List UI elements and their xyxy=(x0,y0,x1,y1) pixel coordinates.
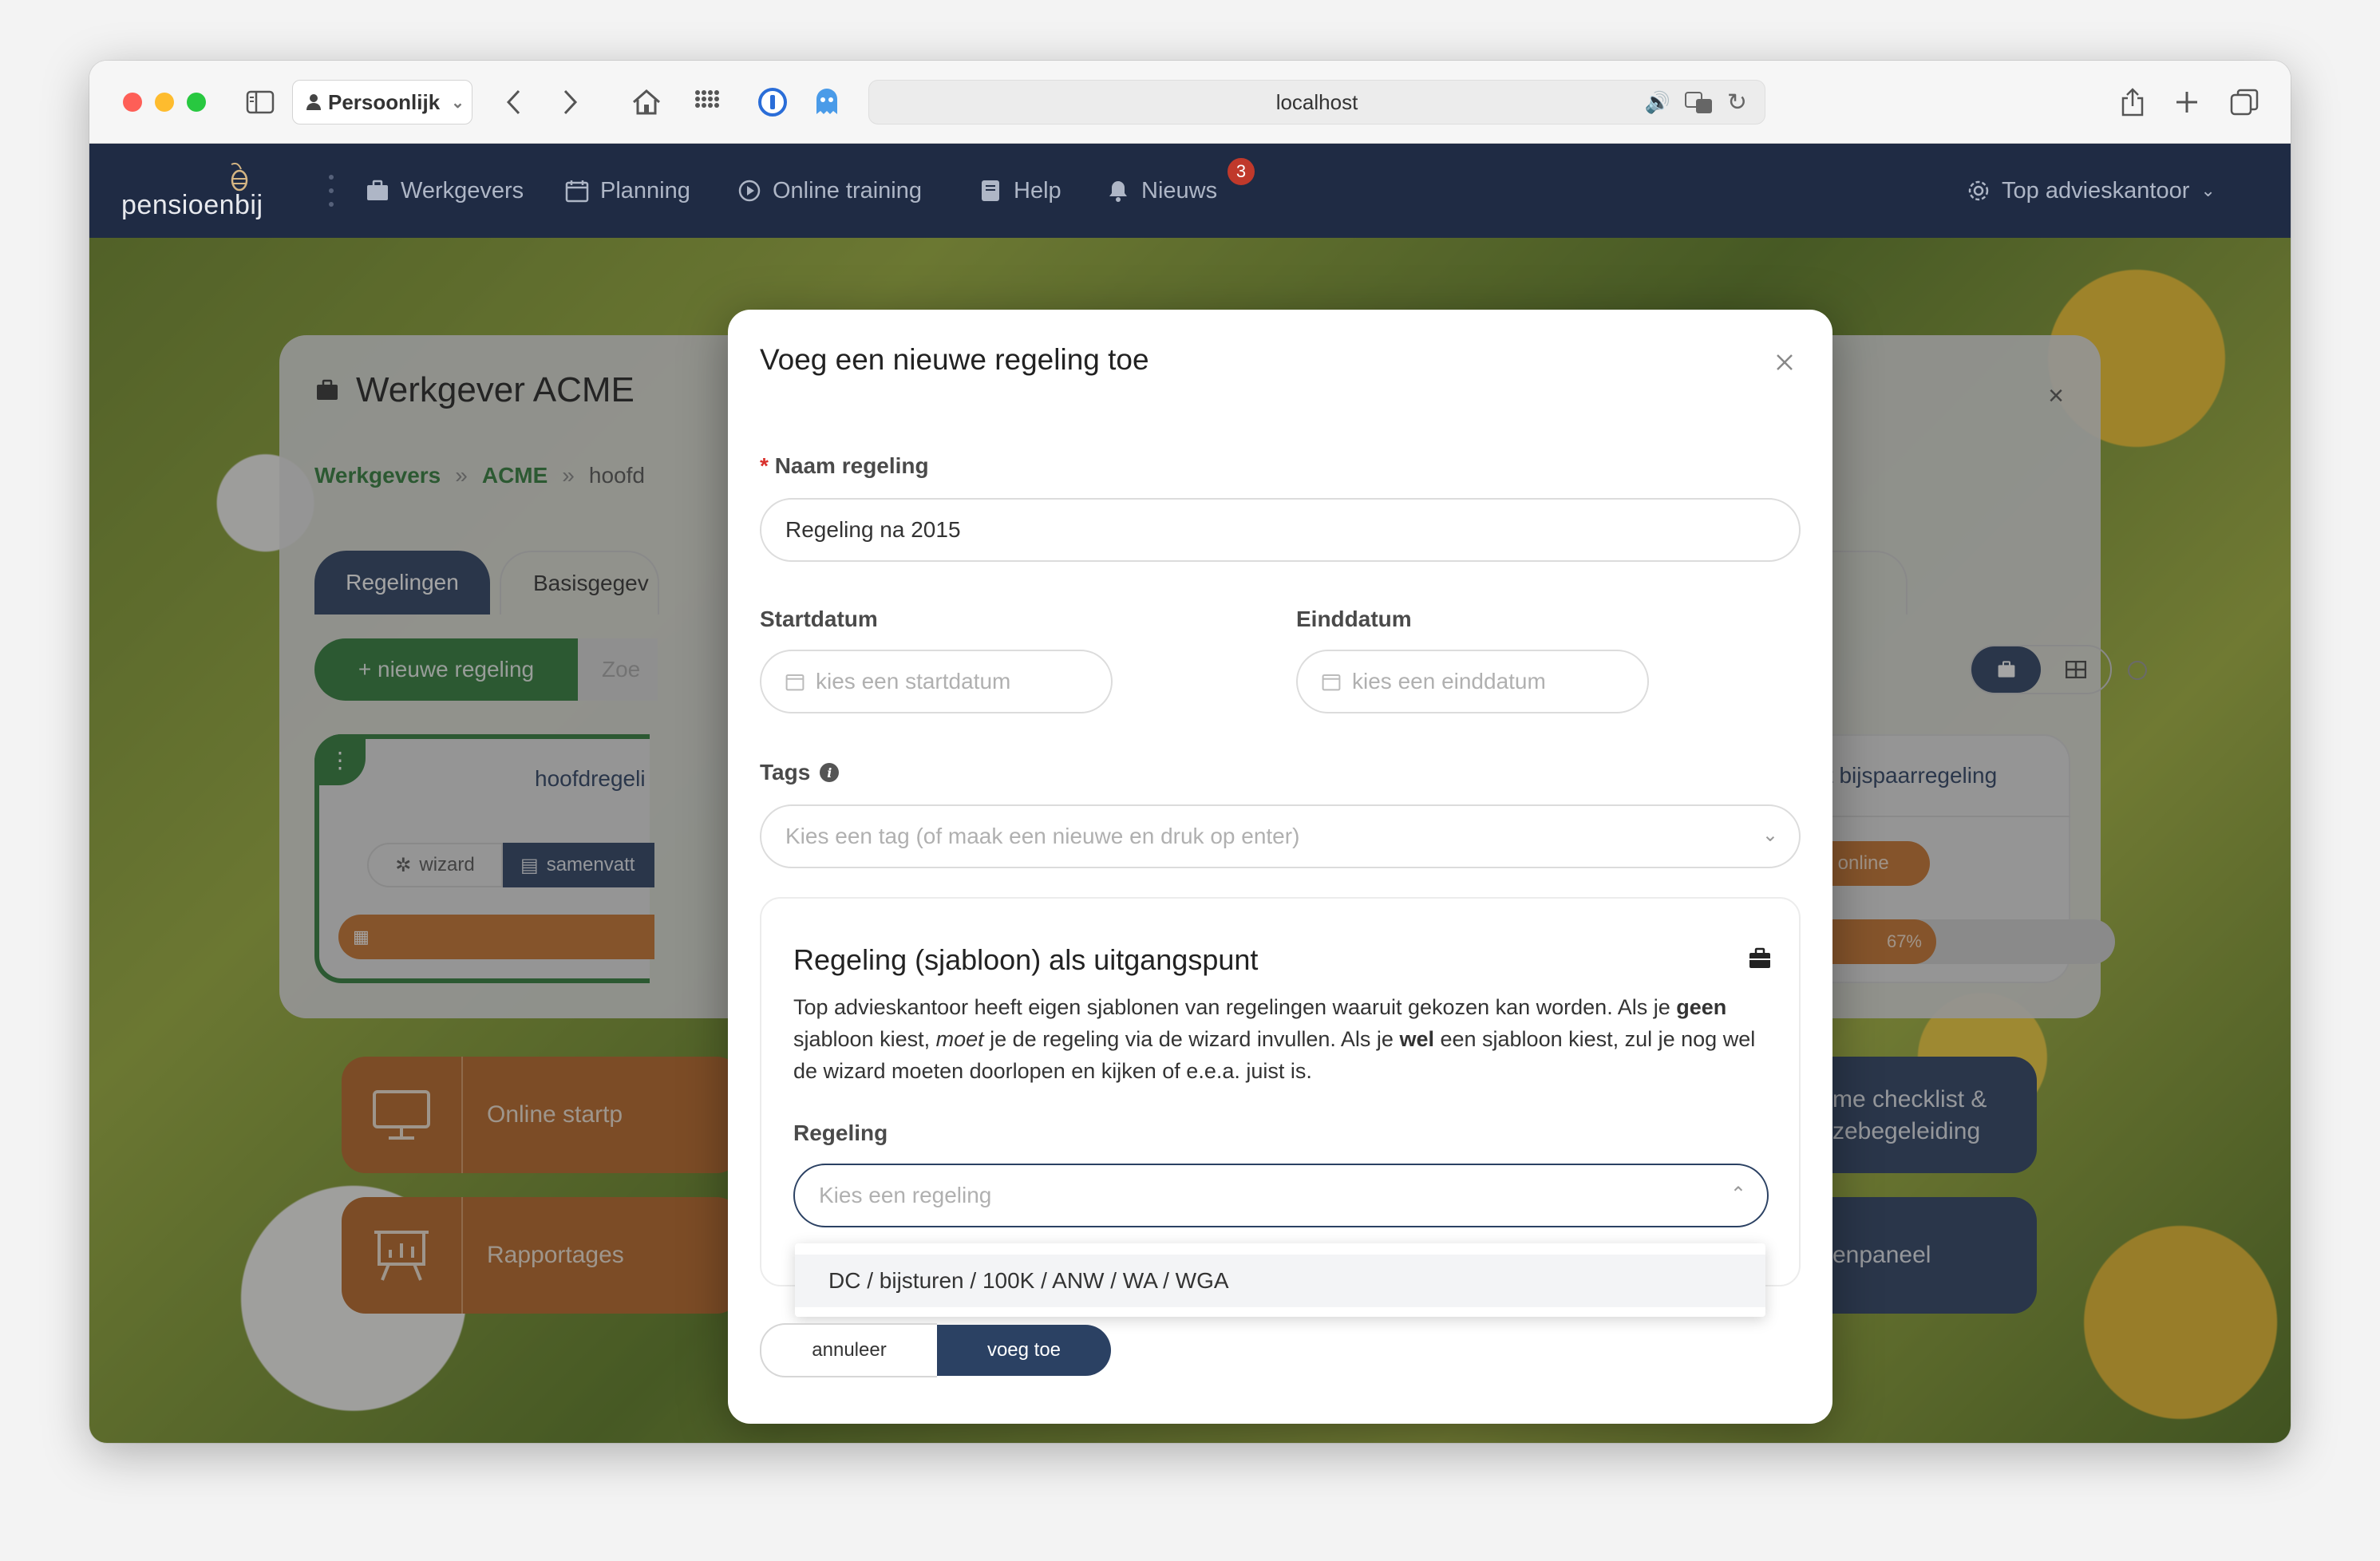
new-regeling-modal: Voeg een nieuwe regeling toe * Naam rege… xyxy=(728,310,1832,1424)
regeling-dropdown: DC / bijsturen / 100K / ANW / WA / WGA xyxy=(795,1243,1765,1317)
new-tab-icon[interactable] xyxy=(2168,83,2206,121)
bee-logo-icon xyxy=(231,162,248,192)
calendar-icon xyxy=(565,180,589,203)
ghost-extension-icon[interactable] xyxy=(808,83,846,121)
calendar-icon xyxy=(1322,674,1341,691)
nav-more-icon[interactable] xyxy=(329,172,334,209)
minimize-window-button[interactable] xyxy=(155,93,174,112)
tags-placeholder: Kies een tag (of maak een nieuwe en druk… xyxy=(785,824,1300,848)
cancel-button[interactable]: annuleer xyxy=(760,1323,937,1377)
app-navbar: pensioenbij Werkgevers Planning Online t… xyxy=(89,144,2291,238)
start-date-input[interactable]: kies een startdatum xyxy=(760,650,1113,713)
book-icon xyxy=(982,180,999,201)
template-description: Top advieskantoor heeft eigen sjablonen … xyxy=(793,995,1756,1083)
address-bar[interactable]: localhost 🔊 ↻ xyxy=(868,80,1765,124)
chevron-up-icon: ⌃ xyxy=(1730,1184,1746,1205)
profile-label: Persoonlijk xyxy=(328,89,441,114)
zoom-window-button[interactable] xyxy=(187,93,206,112)
nav-item-werkgevers[interactable]: Werkgevers xyxy=(366,144,524,238)
modal-title: Voeg een nieuwe regeling toe xyxy=(760,343,1149,376)
gear-icon xyxy=(1968,180,1989,201)
back-icon[interactable] xyxy=(495,83,533,121)
briefcase-icon xyxy=(1748,946,1772,974)
reload-icon[interactable]: ↻ xyxy=(1727,89,1747,117)
account-menu[interactable]: Top advieskantoor ⌄ xyxy=(1967,144,2216,238)
nav-label: Online training xyxy=(773,177,922,204)
name-input[interactable]: Regeling na 2015 xyxy=(760,498,1801,562)
regeling-select[interactable]: Kies een regeling ⌃ xyxy=(793,1164,1769,1227)
share-icon[interactable] xyxy=(2113,83,2152,121)
browser-toolbar: Persoonlijk ⌄ localhost 🔊 ↻ xyxy=(89,61,2291,144)
browser-window: Persoonlijk ⌄ localhost 🔊 ↻ pensioenbij … xyxy=(89,61,2291,1443)
close-window-button[interactable] xyxy=(123,93,142,112)
apps-grid-icon[interactable] xyxy=(688,83,726,121)
url-text: localhost xyxy=(1275,89,1358,114)
chevron-down-icon: ⌄ xyxy=(1761,824,1778,846)
nav-label: Nieuws xyxy=(1141,177,1218,204)
home-icon[interactable] xyxy=(627,83,666,121)
chevron-down-icon: ⌄ xyxy=(2200,180,2216,200)
speaker-icon[interactable]: 🔊 xyxy=(1645,90,1670,115)
bell-icon xyxy=(1109,181,1127,202)
template-card: Regeling (sjabloon) als uitgangspunt Top… xyxy=(760,897,1801,1286)
submit-button[interactable]: voeg toe xyxy=(937,1325,1111,1376)
logo-text: pensioenbij xyxy=(121,190,263,220)
password-manager-icon[interactable] xyxy=(753,83,792,121)
nav-item-nieuws[interactable]: Nieuws xyxy=(1106,144,1217,238)
chevron-down-icon: ⌄ xyxy=(451,93,465,112)
regeling-option[interactable]: DC / bijsturen / 100K / ANW / WA / WGA xyxy=(795,1255,1765,1307)
translate-icon[interactable] xyxy=(1685,92,1714,120)
forward-icon[interactable] xyxy=(551,83,589,121)
name-label: * Naam regeling xyxy=(760,453,929,478)
template-title: Regeling (sjabloon) als uitgangspunt xyxy=(793,943,1259,976)
nav-item-help[interactable]: Help xyxy=(978,144,1062,238)
tags-label: Tags i xyxy=(760,760,840,785)
nav-item-planning[interactable]: Planning xyxy=(565,144,690,238)
person-icon xyxy=(306,94,321,110)
tab-overview-icon[interactable] xyxy=(2225,83,2263,121)
calendar-icon xyxy=(785,674,805,691)
sidebar-toggle-icon[interactable] xyxy=(241,83,279,121)
nav-item-online-training[interactable]: Online training xyxy=(737,144,922,238)
end-date-label: Einddatum xyxy=(1296,607,1412,631)
profile-selector[interactable]: Persoonlijk ⌄ xyxy=(292,80,472,124)
pensioenbij-logo[interactable]: pensioenbij xyxy=(121,161,281,225)
end-date-placeholder: kies een einddatum xyxy=(1352,669,1546,694)
name-input-value: Regeling na 2015 xyxy=(785,517,961,542)
required-mark: * xyxy=(760,453,769,478)
info-icon[interactable]: i xyxy=(820,763,840,782)
play-circle-icon xyxy=(738,180,761,202)
close-icon[interactable] xyxy=(1769,346,1801,378)
nav-label: Werkgevers xyxy=(401,177,524,204)
regeling-select-placeholder: Kies een regeling xyxy=(819,1183,992,1207)
briefcase-icon xyxy=(367,180,388,200)
news-count-badge: 3 xyxy=(1226,156,1256,187)
account-label: Top advieskantoor xyxy=(2002,177,2190,204)
regeling-select-label: Regeling xyxy=(793,1120,888,1145)
start-date-label: Startdatum xyxy=(760,607,878,631)
modal-actions: annuleer voeg toe xyxy=(760,1323,1111,1377)
nav-label: Help xyxy=(1014,177,1062,204)
end-date-input[interactable]: kies een einddatum xyxy=(1296,650,1649,713)
start-date-placeholder: kies een startdatum xyxy=(816,669,1011,694)
nav-label: Planning xyxy=(600,177,690,204)
tags-select[interactable]: Kies een tag (of maak een nieuwe en druk… xyxy=(760,804,1801,868)
